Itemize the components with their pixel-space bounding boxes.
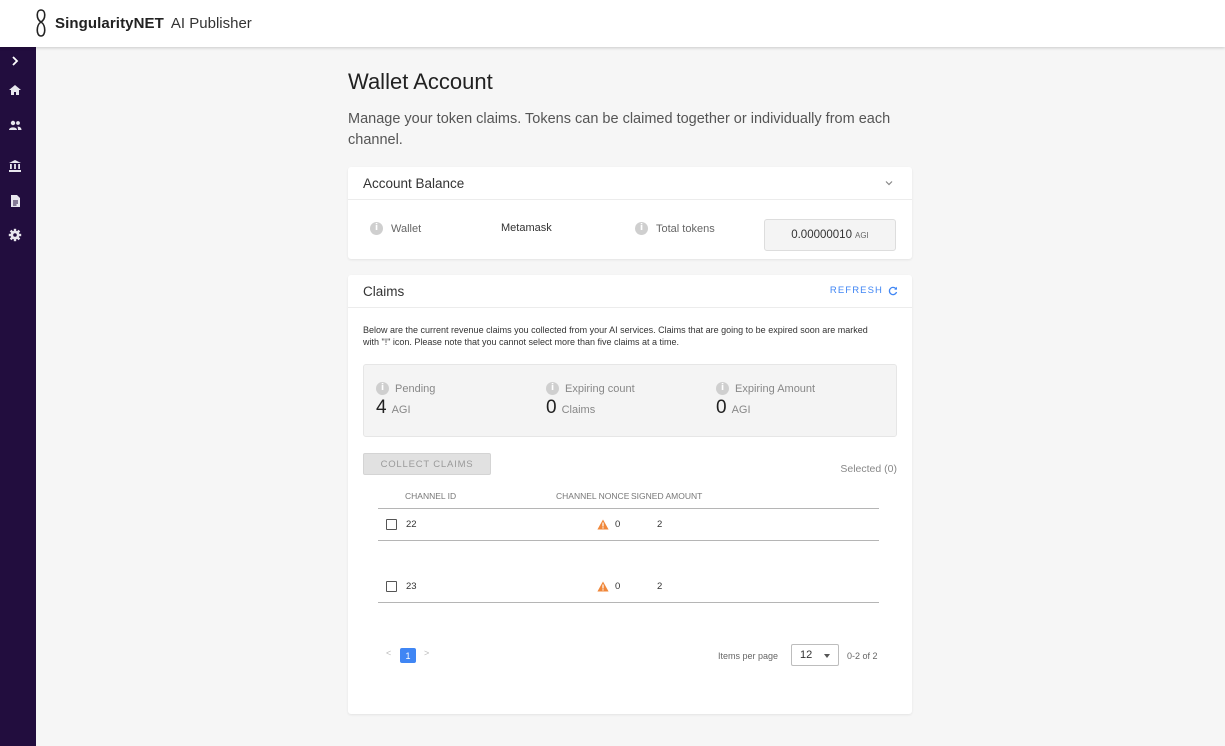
channel-id-cell: 23 [406,581,417,592]
prev-page-button[interactable]: < [386,648,391,658]
logo[interactable]: SingularityNET AI Publisher [34,8,252,38]
account-balance-header[interactable]: Account Balance [348,167,912,200]
selected-count: Selected (0) [840,463,897,475]
gear-icon[interactable] [8,228,22,242]
page-number-button[interactable]: 1 [400,648,416,663]
total-tokens-label: i Total tokens [635,222,715,235]
warning-icon [597,519,609,530]
brand-name: SingularityNET [55,14,164,32]
refresh-button[interactable]: REFRESH [830,285,898,296]
claims-description: Below are the current revenue claims you… [363,325,868,347]
info-icon: i [716,382,729,395]
divider [378,508,879,509]
refresh-icon [888,286,898,295]
top-bar: SingularityNET AI Publisher [0,0,1225,47]
account-balance-title: Account Balance [363,176,465,191]
column-channel-nonce: CHANNEL NONCE [556,491,630,501]
balance-row: i Wallet Metamask i Total tokens 0.00000… [348,200,912,259]
team-icon[interactable] [8,118,22,132]
collect-claims-button[interactable]: COLLECT CLAIMS [363,453,491,475]
column-signed-amount: SIGNED AMOUNT [631,491,703,501]
amount-cell: 2 [657,581,663,592]
chevron-down-icon[interactable] [884,178,894,188]
stat-pending: i Pending 4 AGI [376,382,436,418]
nonce-cell: 0 [615,581,621,592]
row-checkbox[interactable] [386,581,397,592]
product-name: AI Publisher [170,14,252,32]
items-per-page-label: Items per page [718,651,779,661]
pagination-range: 0-2 of 2 [847,651,878,661]
wallet-value: Metamask [501,222,552,234]
warning-icon [597,581,609,592]
bank-icon[interactable] [8,159,22,173]
tokens-unit: AGI [854,230,869,240]
caret-down-icon [824,654,830,658]
home-icon[interactable] [8,83,22,97]
total-tokens-value: 0.00000010 AGI [764,219,896,251]
divider [378,602,879,603]
stat-expiring-amount: i Expiring Amount 0 AGI [716,382,816,418]
nonce-cell: 0 [615,519,621,530]
amount-cell: 2 [657,519,663,530]
column-channel-id: CHANNEL ID [405,491,457,501]
items-per-page-select[interactable]: 12 [791,644,839,666]
account-balance-card: Account Balance i Wallet Metamask i Tota… [348,167,912,259]
singularitynet-logo-icon [36,9,46,37]
claims-card: Claims REFRESH Below are the current rev… [348,275,912,714]
chevron-right-icon[interactable] [8,54,22,68]
stat-expiring-count: i Expiring count 0 Claims [546,382,635,418]
document-icon[interactable] [8,194,22,208]
info-icon: i [376,382,389,395]
row-checkbox[interactable] [386,519,397,530]
claims-stats: i Pending 4 AGI i Expiring count 0 Claims iE… [363,364,897,437]
claims-header: Claims REFRESH [348,275,912,308]
channel-id-cell: 22 [406,519,417,530]
info-icon: i [546,382,559,395]
next-page-button[interactable]: > [424,648,429,658]
info-icon: i [635,222,648,235]
page-description: Manage your token claims. Tokens can be … [348,111,891,148]
claims-title: Claims [363,284,405,299]
page-title: Wallet Account [348,69,493,94]
wallet-label: i Wallet [370,222,421,235]
info-icon: i [370,222,383,235]
sidebar [0,47,36,746]
divider [378,540,879,541]
